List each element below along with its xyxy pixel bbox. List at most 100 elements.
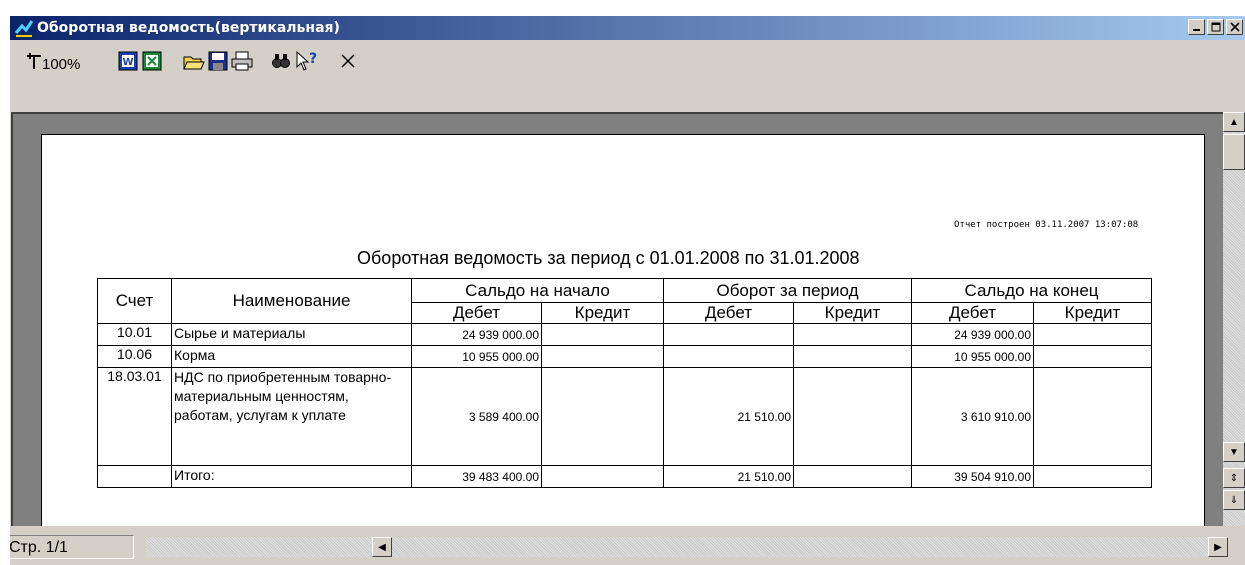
scroll-right-button[interactable]: ▶ [1208,537,1228,557]
status-bar: Стр. 1/1 ◀ ▶ [10,528,1245,565]
zoom-level: 100% [42,56,81,73]
save-button[interactable] [207,50,229,72]
cell-closing-credit [1033,465,1152,488]
svg-text:W: W [122,57,133,68]
arrow-left-icon: ◀ [378,541,386,553]
zoom-tool-button[interactable] [24,50,44,72]
cell-turnover-debit: 21 510.00 [663,465,794,488]
cell-closing-debit: 10 955 000.00 [911,345,1034,368]
page-up-button[interactable]: ⇕ [1223,468,1245,488]
table-row: 18.03.01 НДС по приобретенным товарно-ма… [97,367,1152,466]
header-opening-debit: Дебет [411,302,542,324]
cell-turnover-debit [663,345,794,368]
cell-name: Итого: [171,465,412,488]
maximize-button[interactable] [1207,19,1224,35]
header-closing-credit: Кредит [1033,302,1152,324]
window-title: Оборотная ведомость(вертикальная) [37,20,340,36]
cell-turnover-credit [793,323,912,346]
app-icon [14,20,34,37]
page-indicator: Стр. 1/1 [10,535,134,559]
cell-account [97,465,172,488]
cell-turnover-debit: 21 510.00 [663,367,794,466]
vertical-scrollbar[interactable]: ▲ ▼ ⇕ ⇓ [1223,112,1245,526]
cell-closing-debit: 24 939 000.00 [911,323,1034,346]
report-page: Отчет построен 03.11.2007 13:07:08 Оборо… [41,134,1205,526]
print-icon [231,51,253,71]
cell-account: 10.06 [97,345,172,368]
svg-text:?: ? [309,51,317,67]
cell-opening-credit [541,323,664,346]
double-arrow-icon: ⇕ [1229,472,1239,484]
cell-turnover-credit [793,367,912,466]
header-turnover-credit: Кредит [793,302,912,324]
cell-turnover-debit [663,323,794,346]
cell-opening-debit: 10 955 000.00 [411,345,542,368]
find-icon [272,54,290,68]
page-down-button[interactable]: ⇓ [1223,490,1245,510]
report-window: Оборотная ведомость(вертикальная) 100% W [10,16,1245,565]
close-icon [341,54,355,68]
cell-opening-credit [541,465,664,488]
cell-closing-debit: 3 610 910.00 [911,367,1034,466]
report-title: Оборотная ведомость за период с 01.01.20… [357,248,860,268]
word-export-icon: W [118,51,138,71]
open-folder-icon [183,56,205,70]
minimize-button[interactable] [1188,19,1205,35]
cell-account: 10.01 [97,323,172,346]
preview-area: Отчет построен 03.11.2007 13:07:08 Оборо… [11,112,1223,526]
zoom-tool-icon [27,53,41,69]
cell-turnover-credit [793,345,912,368]
cell-account: 18.03.01 [97,367,172,466]
close-window-button[interactable] [1226,19,1243,35]
cell-closing-debit: 39 504 910.00 [911,465,1034,488]
report-built-timestamp: Отчет построен 03.11.2007 13:07:08 [954,220,1139,230]
cell-name: Сырье и материалы [171,323,412,346]
header-opening-credit: Кредит [541,302,664,324]
table-row: 10.06 Корма 10 955 000.00 10 955 000.00 [97,345,1152,368]
cell-name: Корма [171,345,412,368]
table-row: 10.01 Сырье и материалы 24 939 000.00 24… [97,323,1152,346]
arrow-right-icon: ▶ [1214,541,1222,553]
cell-opening-credit [541,345,664,368]
title-bar[interactable]: Оборотная ведомость(вертикальная) [10,16,1245,40]
cell-name: НДС по приобретенным товарно-материальны… [171,367,412,466]
header-closing-balance: Сальдо на конец [911,278,1152,303]
scroll-thumb[interactable] [1223,134,1245,170]
horizontal-scrollbar[interactable]: ◀ ▶ [146,537,1228,557]
excel-export-icon [142,51,162,71]
header-account: Счет [97,278,172,324]
table-total-row: Итого: 39 483 400.00 21 510.00 39 504 91… [97,465,1152,488]
open-button[interactable] [182,50,206,72]
turnover-table: Счет Наименование Сальдо на начало Оборо… [97,278,1152,488]
header-turnover: Оборот за период [663,278,912,303]
arrow-down-icon: ▼ [1229,446,1239,458]
cell-turnover-credit [793,465,912,488]
arrow-up-icon: ▲ [1229,116,1239,128]
scroll-up-button[interactable]: ▲ [1223,112,1245,132]
cell-opening-debit: 39 483 400.00 [411,465,542,488]
cell-closing-credit [1033,323,1152,346]
close-x-icon [1229,22,1240,32]
header-opening-balance: Сальдо на начало [411,278,664,303]
cell-opening-debit: 3 589 400.00 [411,367,542,466]
double-arrow-down-icon: ⇓ [1229,494,1239,506]
scroll-left-button[interactable]: ◀ [372,537,392,557]
header-closing-debit: Дебет [911,302,1034,324]
word-export-button[interactable]: W [117,50,139,72]
cell-opening-credit [541,367,664,466]
header-turnover-debit: Дебет [663,302,794,324]
minimize-icon [1192,29,1200,31]
scroll-down-button[interactable]: ▼ [1223,442,1245,462]
save-icon [208,51,228,71]
close-report-button[interactable] [337,50,359,72]
find-button[interactable] [270,50,292,72]
cell-closing-credit [1033,345,1152,368]
cell-closing-credit [1033,367,1152,466]
excel-export-button[interactable] [141,50,163,72]
header-name: Наименование [171,278,412,324]
maximize-icon [1211,22,1220,32]
context-help-button[interactable]: ? [293,50,319,72]
cell-opening-debit: 24 939 000.00 [411,323,542,346]
help-pointer-icon: ? [296,50,317,71]
print-button[interactable] [230,50,254,72]
